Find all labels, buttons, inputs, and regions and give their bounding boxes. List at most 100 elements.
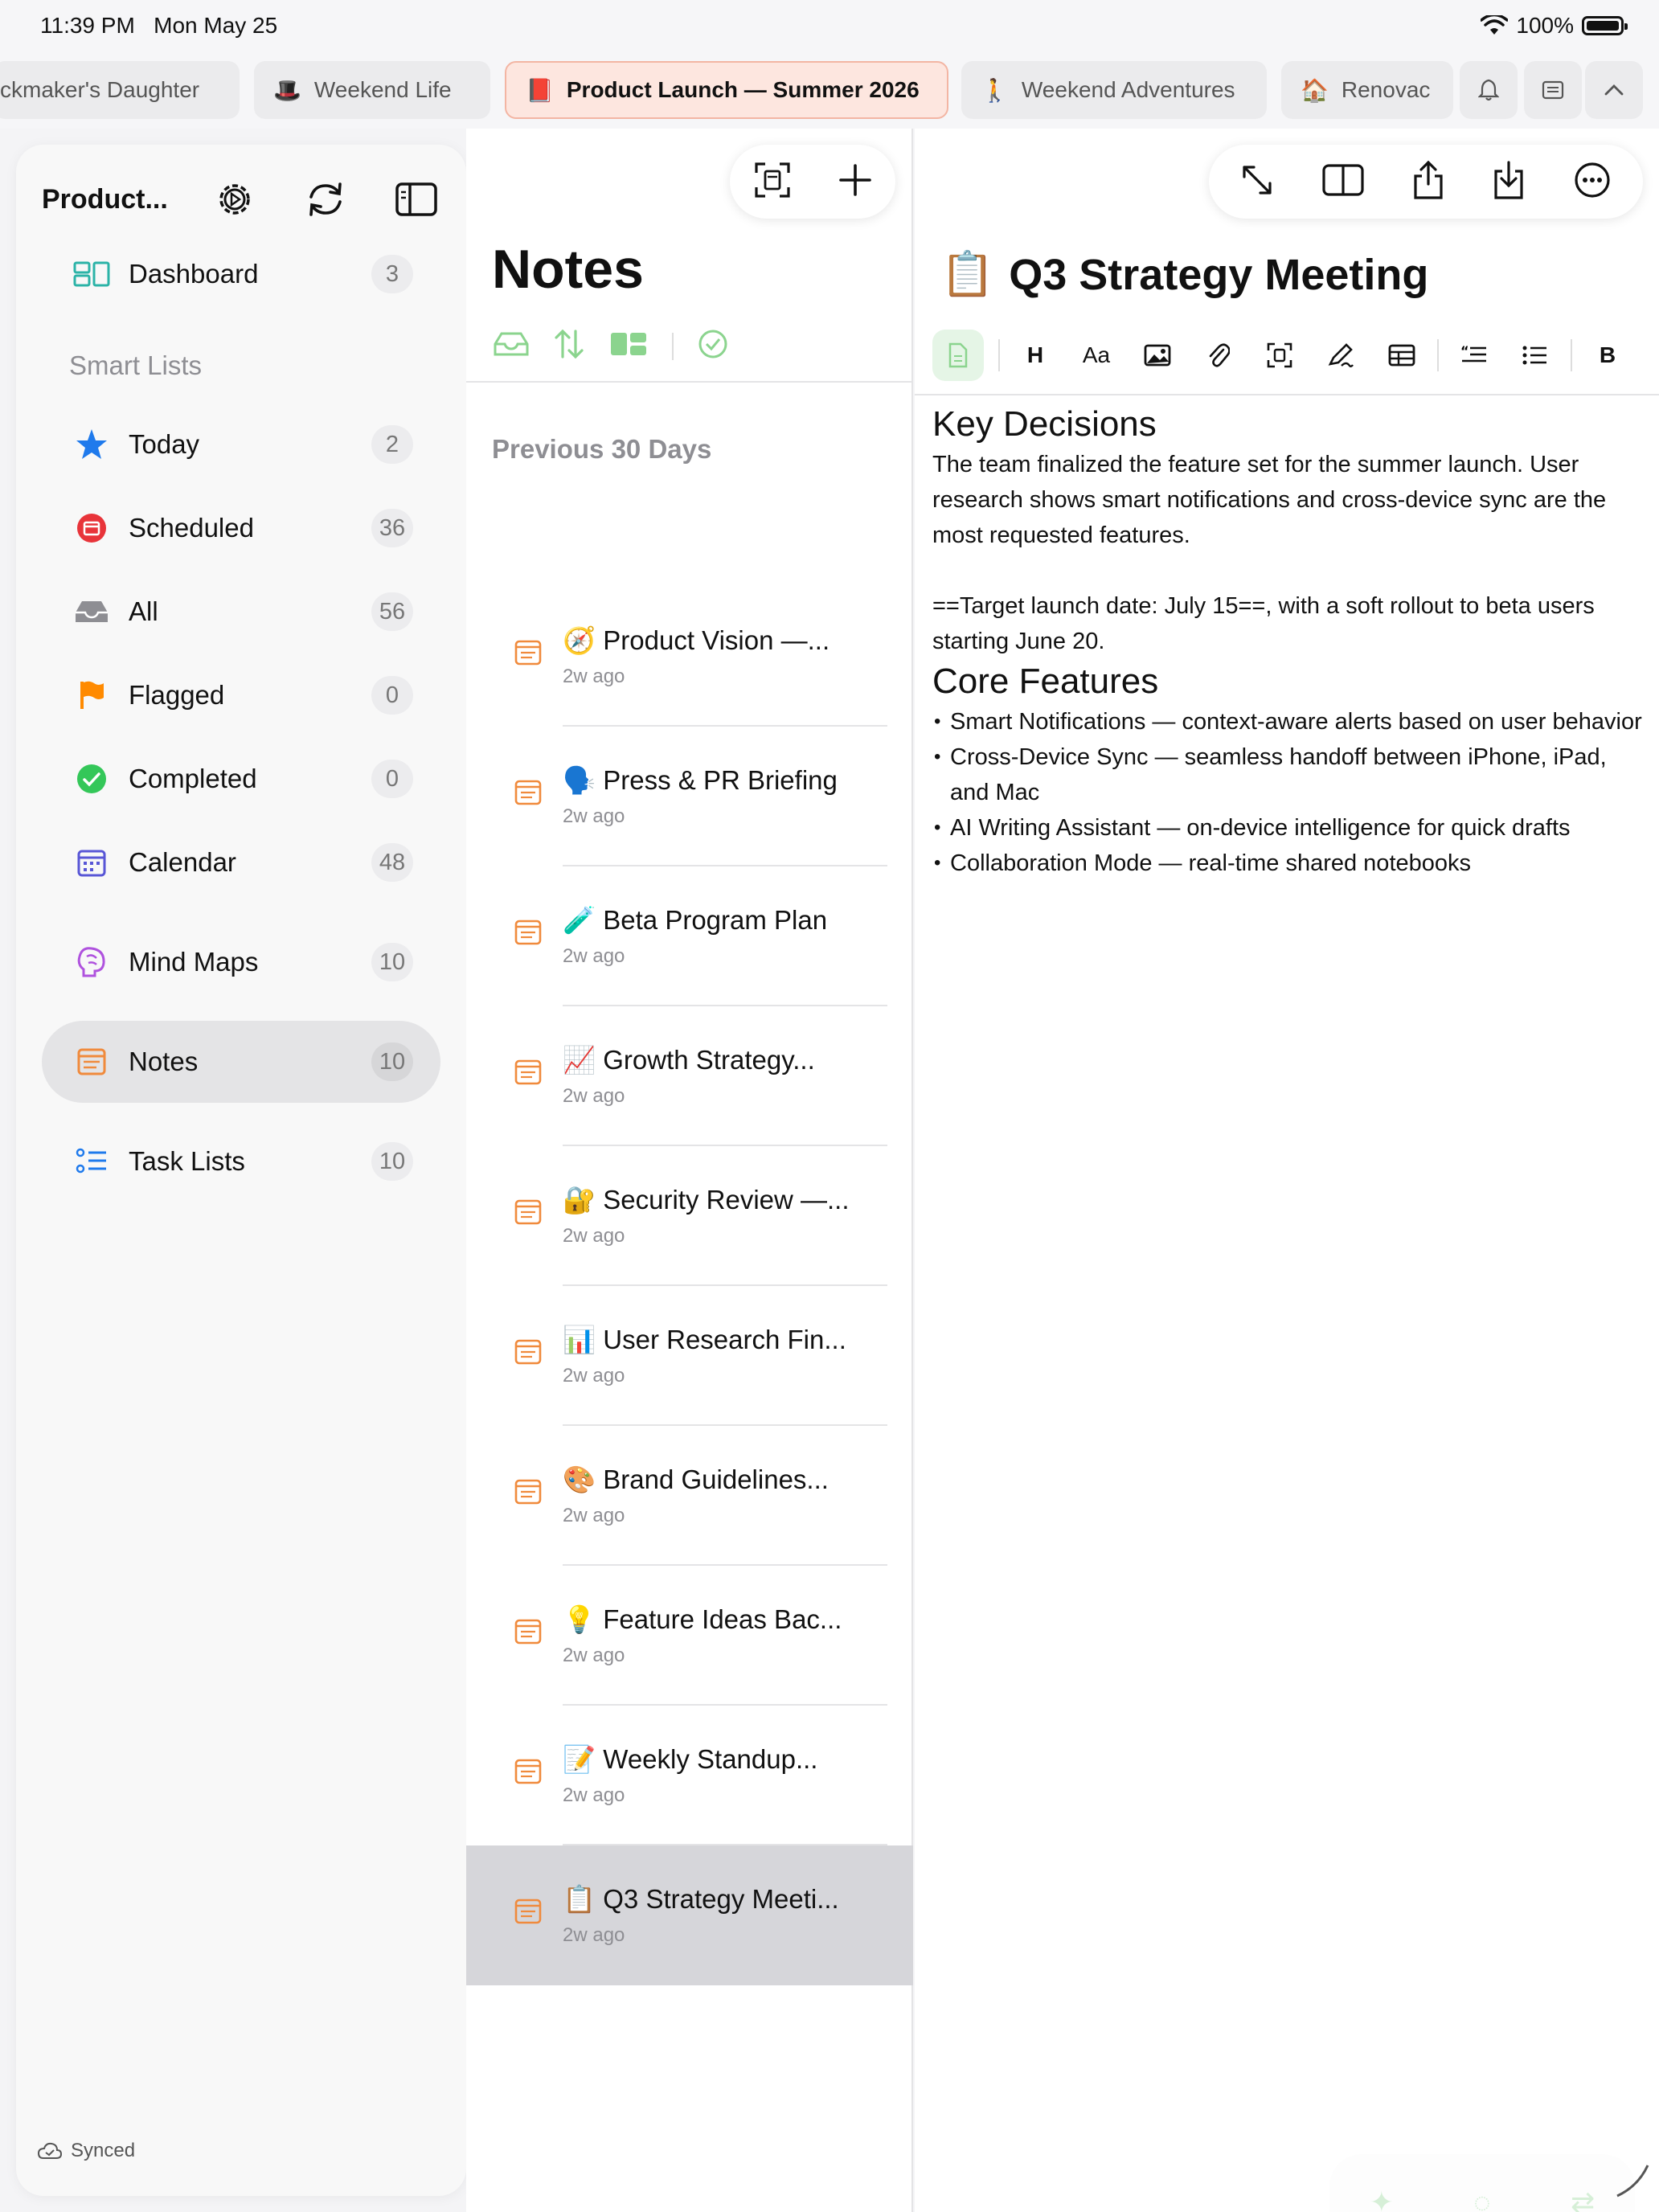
count-badge: 10 — [371, 1043, 413, 1081]
sync-icon — [309, 182, 342, 216]
sidebar-item-today[interactable]: Today 2 — [42, 403, 440, 485]
translate-icon[interactable]: ⇄ — [1571, 2185, 1595, 2212]
note-list-item[interactable]: 📋 Q3 Strategy Meeti... 2w ago — [466, 1845, 913, 1985]
note-list-item[interactable]: 📊 User Research Fin... 2w ago — [466, 1286, 913, 1426]
note-icon — [514, 1619, 542, 1649]
new-note-button[interactable] — [838, 163, 872, 201]
block-quote-button[interactable]: “ — [1444, 330, 1505, 381]
note-list-item[interactable]: 🔐 Security Review —... 2w ago — [466, 1146, 913, 1286]
collapse-tabs-button[interactable] — [1585, 61, 1643, 119]
insert-table-button[interactable] — [1371, 330, 1432, 381]
note-title-text: Q3 Strategy Meeti... — [603, 1884, 839, 1914]
smart-lists-heading: Smart Lists — [69, 350, 203, 380]
notes-list-toolbar — [730, 145, 895, 219]
toolbar-divider — [1437, 339, 1439, 371]
note-timestamp: 2w ago — [563, 1225, 625, 1247]
split-view-button[interactable] — [1321, 163, 1364, 200]
sync-button[interactable] — [302, 175, 350, 223]
scan-icon — [754, 162, 790, 198]
sort-button[interactable] — [553, 328, 585, 364]
sidebar-item-completed[interactable]: Completed 0 — [42, 738, 440, 820]
more-options-button[interactable] — [1574, 162, 1611, 203]
notification-bell-button[interactable] — [1460, 61, 1518, 119]
brain-icon[interactable]: ◌ — [1473, 2185, 1490, 2212]
share-button[interactable] — [1412, 160, 1444, 204]
sidebar-item-notes[interactable]: Notes 10 — [42, 1021, 440, 1103]
bold-button[interactable]: B — [1577, 330, 1638, 381]
tab-clockmakers-daughter[interactable]: ckmaker's Daughter — [0, 61, 240, 119]
draw-button[interactable] — [1310, 330, 1371, 381]
grid-view-icon — [611, 333, 646, 355]
heading-button[interactable]: H — [1005, 330, 1066, 381]
show-completed-button[interactable] — [698, 329, 728, 363]
star-icon — [72, 425, 111, 464]
note-title[interactable]: 📋 Q3 Strategy Meeting — [940, 249, 1428, 300]
text-style-button[interactable]: Aa — [1066, 330, 1127, 381]
sidebar-item-calendar[interactable]: Calendar 48 — [42, 821, 440, 903]
dashboard-icon — [72, 255, 111, 293]
inbox-filter-button[interactable] — [494, 331, 529, 361]
view-mode-button[interactable] — [609, 331, 648, 361]
task-list-icon — [72, 1142, 111, 1181]
note-list-item[interactable]: 💡 Feature Ideas Bac... 2w ago — [466, 1566, 913, 1706]
tab-weekend-life[interactable]: 🎩 Weekend Life — [254, 61, 490, 119]
attach-file-button[interactable] — [1188, 330, 1249, 381]
insert-image-button[interactable] — [1127, 330, 1188, 381]
wifi-icon — [1481, 15, 1509, 35]
notes-list-panel: Notes Previous 30 Days 🧭 Product Vision … — [466, 129, 913, 2212]
note-icon — [514, 780, 542, 809]
tray-icon — [72, 592, 111, 631]
note-emoji: 📝 — [563, 1744, 596, 1774]
document-mode-button[interactable] — [932, 330, 984, 381]
toolbar-divider — [1571, 339, 1572, 371]
count-badge: 10 — [371, 943, 413, 981]
export-button[interactable] — [1493, 160, 1525, 204]
note-body[interactable]: Key Decisions The team finalized the fea… — [932, 402, 1648, 881]
note-list-item[interactable]: 📝 Weekly Standup... 2w ago — [466, 1706, 913, 1845]
note-emoji: 🗣️ — [563, 765, 596, 795]
note-list-item[interactable]: 🗣️ Press & PR Briefing 2w ago — [466, 727, 913, 866]
list-item: Smart Notifications — context-aware aler… — [932, 704, 1648, 739]
formatting-toolbar: H Aa “ B — [915, 317, 1659, 395]
sidebar-item-label: Notes — [129, 1047, 199, 1076]
count-badge: 36 — [371, 509, 413, 547]
expand-button[interactable] — [1241, 164, 1273, 200]
tab-weekend-adventures[interactable]: 🚶 Weekend Adventures — [961, 61, 1267, 119]
toggle-sidebar-button[interactable] — [393, 175, 440, 223]
sidebar-item-label: Flagged — [129, 680, 225, 710]
reader-view-button[interactable] — [1524, 61, 1582, 119]
reader-icon — [1542, 80, 1564, 100]
sidebar-item-all[interactable]: All 56 — [42, 571, 440, 653]
floating-ai-toolbar: ✦ ◌ ⇄ — [1329, 2154, 1635, 2212]
sidebar-item-scheduled[interactable]: Scheduled 36 — [42, 487, 440, 569]
count-badge: 2 — [371, 425, 413, 464]
workspace-title[interactable]: Product... — [42, 184, 168, 215]
sidebar-item-flagged[interactable]: Flagged 0 — [42, 654, 440, 736]
more-format-button[interactable] — [1638, 330, 1659, 381]
note-emoji: 🧪 — [563, 905, 596, 935]
note-list-item[interactable]: 🧭 Product Vision —... 2w ago — [466, 587, 913, 727]
bullet-list-button[interactable] — [1505, 330, 1566, 381]
note-list-item[interactable]: 🧪 Beta Program Plan 2w ago — [466, 866, 913, 1006]
sidebar-item-dashboard[interactable]: Dashboard 3 — [42, 233, 440, 315]
battery-percent: 100% — [1516, 13, 1574, 38]
sidebar-item-task-lists[interactable]: Task Lists 10 — [42, 1120, 440, 1202]
count-badge: 48 — [371, 843, 413, 882]
note-icon — [514, 1199, 542, 1229]
note-list-item[interactable]: 📈 Growth Strategy... 2w ago — [466, 1006, 913, 1146]
tab-product-launch[interactable]: 📕 Product Launch — Summer 2026 — [505, 61, 948, 119]
tab-renovation[interactable]: 🏠 Renovac — [1281, 61, 1453, 119]
scan-document-button[interactable] — [754, 162, 791, 203]
sidebar-item-mind-maps[interactable]: Mind Maps 10 — [42, 921, 440, 1003]
settings-button[interactable] — [211, 175, 259, 223]
note-timestamp: 2w ago — [563, 1784, 625, 1806]
sidebar-item-label: Today — [129, 429, 200, 459]
share-icon — [1414, 160, 1443, 199]
heading-key-decisions: Key Decisions — [932, 404, 1157, 444]
sparkle-icon[interactable]: ✦ — [1370, 2185, 1394, 2212]
scan-text-button[interactable] — [1249, 330, 1310, 381]
note-list-item[interactable]: 🎨 Brand Guidelines... 2w ago — [466, 1426, 913, 1566]
pencil-stroke-icon — [1616, 2165, 1649, 2198]
status-time: 11:39 PM — [40, 13, 135, 38]
note-title: 📊 User Research Fin... — [563, 1325, 846, 1356]
